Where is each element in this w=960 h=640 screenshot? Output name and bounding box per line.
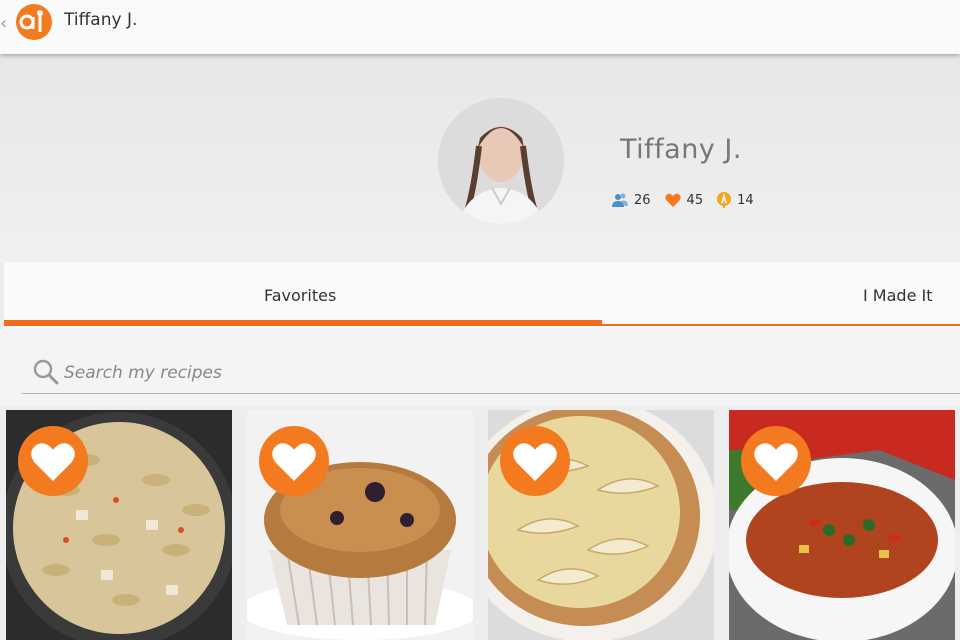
chef-badge-icon xyxy=(717,192,732,208)
made-it-count: 14 xyxy=(737,192,754,208)
heart-icon xyxy=(513,443,557,481)
search-input[interactable] xyxy=(64,360,664,386)
favorite-button[interactable] xyxy=(18,426,88,496)
favorite-button[interactable] xyxy=(741,426,811,496)
tab-i-made-it[interactable]: I Made It xyxy=(863,286,933,305)
heart-icon xyxy=(272,443,316,481)
recipe-card-muffin[interactable] xyxy=(247,410,473,640)
profile-avatar[interactable] xyxy=(438,98,564,224)
favorite-button[interactable] xyxy=(500,426,570,496)
app-bar-title: Tiffany J. xyxy=(64,10,138,30)
followers-icon xyxy=(612,193,628,207)
followers-stat[interactable]: 26 xyxy=(612,193,651,208)
followers-count: 26 xyxy=(634,192,651,208)
recipe-grid xyxy=(0,406,960,640)
search-area xyxy=(0,328,960,406)
tab-favorites[interactable]: Favorites xyxy=(264,286,336,305)
favorite-button[interactable] xyxy=(259,426,329,496)
recipe-card-apple-tart[interactable] xyxy=(488,410,714,640)
profile-header: Tiffany J. 26 45 14 xyxy=(0,54,960,262)
top-app-bar: ‹ Tiffany J. xyxy=(0,0,960,54)
recipe-card-pasta[interactable] xyxy=(6,410,232,640)
heart-icon xyxy=(31,443,75,481)
active-tab-indicator xyxy=(4,320,602,326)
tab-bar: Favorites I Made It xyxy=(4,262,960,328)
favorites-stat[interactable]: 45 xyxy=(664,192,704,208)
favorites-count: 45 xyxy=(686,192,704,208)
profile-name: Tiffany J. xyxy=(620,134,742,165)
tab-underline xyxy=(602,324,960,326)
search-box xyxy=(22,352,960,394)
heart-icon xyxy=(754,443,798,481)
profile-stats: 26 45 14 xyxy=(612,192,768,208)
app-logo[interactable] xyxy=(16,4,52,40)
made-it-stat[interactable]: 14 xyxy=(717,192,754,208)
heart-icon xyxy=(664,193,681,207)
recipe-card-soup[interactable] xyxy=(729,410,955,640)
search-icon xyxy=(33,359,59,385)
back-chevron-icon[interactable]: ‹ xyxy=(0,12,12,36)
